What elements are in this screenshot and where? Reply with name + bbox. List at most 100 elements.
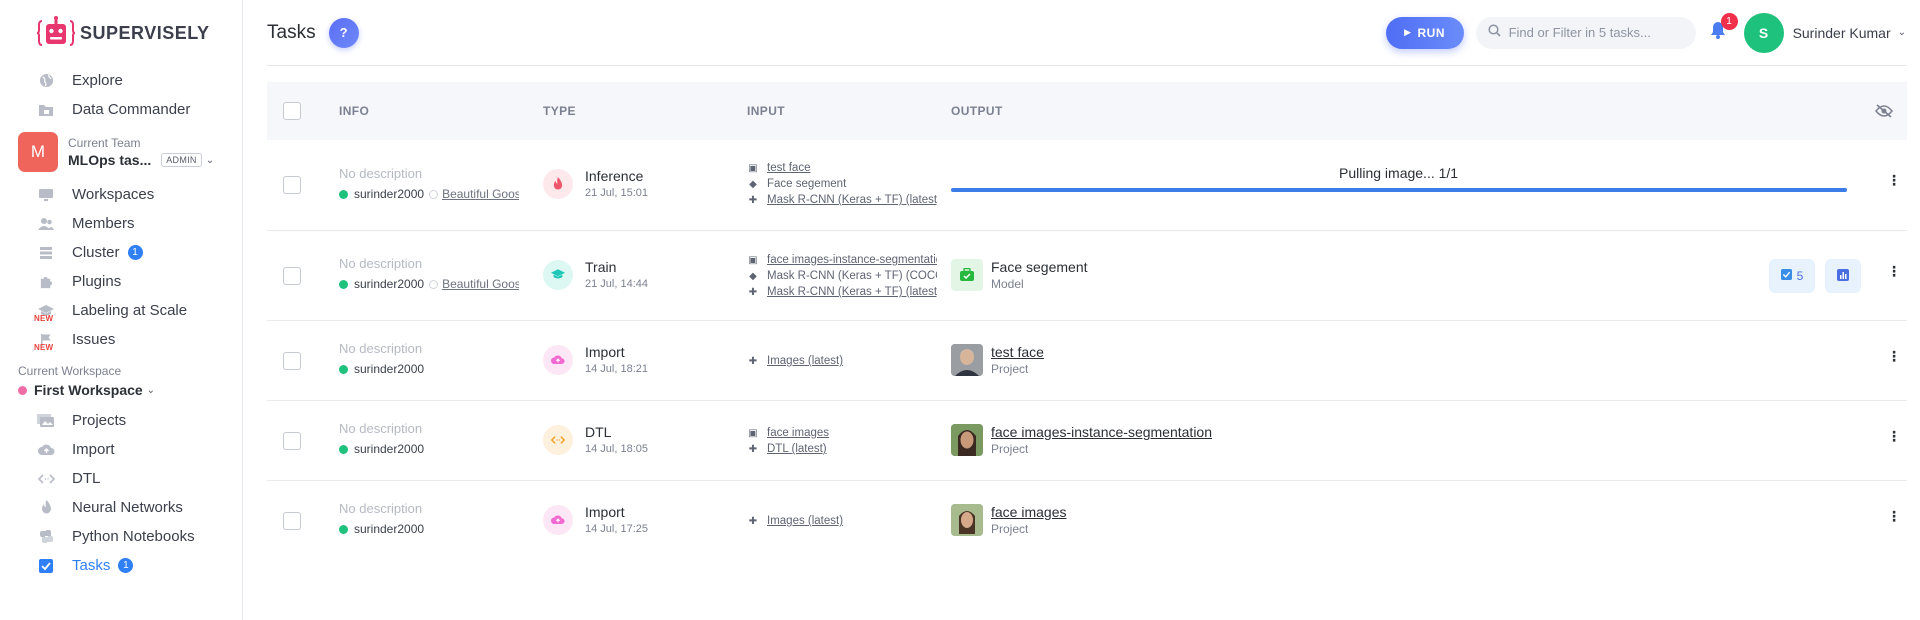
session-link[interactable]: Beautiful Goose bbox=[429, 277, 519, 291]
table-row[interactable]: No description surinder2000 Beautiful Go… bbox=[267, 231, 1907, 321]
output-type: Project bbox=[991, 522, 1029, 536]
status-dot bbox=[339, 524, 348, 534]
workspace-selector[interactable]: First Workspace ⌄ bbox=[0, 382, 242, 398]
workspace-label: Current Workspace bbox=[18, 364, 122, 378]
monitor-icon bbox=[37, 186, 55, 204]
sidebar-item-import[interactable]: Import bbox=[0, 435, 242, 464]
type-cell: Train 21 Jul, 14:44 bbox=[543, 259, 648, 290]
task-description[interactable]: No description bbox=[339, 166, 519, 181]
more-menu-button[interactable]: ⋮ bbox=[1887, 509, 1901, 523]
input-link[interactable]: Images (latest) bbox=[767, 515, 843, 527]
team-selector[interactable]: M Current Team MLOps tas... ADMIN ⌄ bbox=[0, 130, 242, 174]
info-cell: No description surinder2000 bbox=[339, 421, 424, 456]
team-name: MLOps tas... bbox=[68, 152, 152, 168]
code-icon bbox=[37, 470, 55, 488]
output-name[interactable]: face images bbox=[991, 504, 1066, 520]
select-all-checkbox[interactable] bbox=[283, 102, 301, 120]
column-header-input[interactable]: INPUT bbox=[747, 104, 785, 118]
sidebar-item-tasks[interactable]: Tasks 1 bbox=[0, 551, 242, 580]
output-name[interactable]: Face segement bbox=[991, 259, 1088, 275]
input-link[interactable]: Images (latest) bbox=[767, 355, 843, 367]
help-button[interactable]: ? bbox=[328, 17, 359, 48]
task-type: Inference bbox=[585, 168, 644, 184]
workspace-dot bbox=[18, 385, 27, 395]
table-row[interactable]: No description surinder2000 DTL 14 Jul, … bbox=[267, 401, 1907, 481]
column-header-type[interactable]: TYPE bbox=[543, 104, 576, 118]
sidebar-item-projects[interactable]: Projects bbox=[0, 406, 242, 435]
chevron-down-icon: ⌄ bbox=[146, 384, 156, 396]
input-link[interactable]: Mask R-CNN (Keras + TF) (latest) bbox=[767, 194, 937, 206]
sidebar-item-explore[interactable]: Explore bbox=[0, 66, 242, 95]
charts-button[interactable] bbox=[1825, 259, 1861, 293]
search-box[interactable] bbox=[1475, 16, 1696, 49]
sidebar-item-workspaces[interactable]: Workspaces bbox=[0, 180, 242, 209]
output-name[interactable]: test face bbox=[991, 344, 1044, 360]
sidebar-item-members[interactable]: Members bbox=[0, 209, 242, 238]
project-thumbnail bbox=[951, 504, 983, 536]
table-row[interactable]: No description surinder2000 Import 14 Ju… bbox=[267, 321, 1907, 401]
run-button[interactable]: ▶ RUN bbox=[1385, 16, 1464, 49]
sidebar-item-python-notebooks[interactable]: Python Notebooks bbox=[0, 522, 242, 551]
checkpoints-button[interactable]: 5 bbox=[1769, 259, 1815, 293]
session-link[interactable]: Beautiful Goose bbox=[429, 187, 519, 201]
row-checkbox[interactable] bbox=[283, 432, 301, 450]
task-type: Import bbox=[585, 344, 625, 360]
sidebar-item-data-commander[interactable]: Data Commander bbox=[0, 95, 242, 124]
status-dot bbox=[339, 189, 348, 199]
row-checkbox[interactable] bbox=[283, 176, 301, 194]
input-link[interactable]: face images bbox=[767, 427, 829, 439]
table-row[interactable]: No description surinder2000 Import 14 Ju… bbox=[267, 481, 1907, 561]
session-name: Beautiful Goose bbox=[442, 187, 520, 201]
task-date: 21 Jul, 14:44 bbox=[585, 278, 648, 290]
input-link[interactable]: face images-instance-segmentation bbox=[767, 254, 937, 266]
sidebar-item-cluster[interactable]: Cluster 1 bbox=[0, 238, 242, 267]
robot-logo-icon bbox=[36, 16, 76, 50]
sidebar-item-label: Python Notebooks bbox=[72, 528, 195, 545]
input-text: Mask R-CNN (Keras + TF) (COCO) bbox=[767, 270, 937, 282]
row-checkbox[interactable] bbox=[283, 512, 301, 530]
page-title: Tasks bbox=[267, 21, 316, 43]
sidebar-item-label: Plugins bbox=[72, 273, 122, 290]
column-header-info[interactable]: INFO bbox=[339, 104, 369, 118]
user-name[interactable]: Surinder Kumar bbox=[1793, 25, 1891, 41]
output-cell: face images Project bbox=[951, 504, 1066, 536]
input-link[interactable]: test face bbox=[767, 162, 810, 174]
sidebar-item-issues[interactable]: NEW Issues bbox=[0, 325, 242, 354]
more-menu-button[interactable]: ⋮ bbox=[1887, 173, 1901, 187]
user-avatar[interactable]: S bbox=[1743, 12, 1784, 53]
task-description[interactable]: No description bbox=[339, 256, 519, 271]
column-header-output[interactable]: OUTPUT bbox=[951, 104, 1003, 118]
sidebar-item-label: Data Commander bbox=[72, 101, 191, 118]
type-cell: Inference 21 Jul, 15:01 bbox=[543, 168, 648, 199]
python-icon bbox=[37, 528, 55, 546]
more-menu-button[interactable]: ⋮ bbox=[1887, 429, 1901, 443]
row-checkbox[interactable] bbox=[283, 267, 301, 285]
eye-off-icon[interactable] bbox=[1875, 104, 1893, 123]
output-type: Model bbox=[991, 277, 1024, 291]
flame-icon bbox=[37, 499, 55, 517]
sidebar-item-label: Projects bbox=[72, 412, 127, 429]
table-row[interactable]: No description surinder2000 Beautiful Go… bbox=[267, 140, 1907, 231]
sidebar-item-label: Issues bbox=[72, 331, 116, 348]
chevron-down-icon[interactable]: ⌄ bbox=[1898, 27, 1906, 38]
input-link[interactable]: DTL (latest) bbox=[767, 443, 827, 455]
input-link[interactable]: Mask R-CNN (Keras + TF) (latest) bbox=[767, 286, 937, 298]
sidebar-item-plugins[interactable]: Plugins bbox=[0, 267, 242, 296]
sidebar-item-dtl[interactable]: DTL bbox=[0, 464, 242, 493]
progress-bar bbox=[951, 188, 1847, 192]
task-description[interactable]: No description bbox=[339, 421, 424, 436]
task-description[interactable]: No description bbox=[339, 501, 424, 516]
sidebar-item-labeling-at-scale[interactable]: NEW Labeling at Scale bbox=[0, 296, 242, 325]
search-input[interactable] bbox=[1508, 25, 1689, 40]
sidebar-item-neural-networks[interactable]: Neural Networks bbox=[0, 493, 242, 522]
output-name[interactable]: face images-instance-segmentation bbox=[991, 424, 1212, 440]
more-menu-button[interactable]: ⋮ bbox=[1887, 264, 1901, 278]
input-cell: ▣ test face ◆ Face segement ✚ Mask R-CNN (K… bbox=[747, 160, 937, 208]
notifications-button[interactable]: 1 bbox=[1706, 12, 1738, 45]
task-user: surinder2000 bbox=[354, 362, 425, 376]
row-checkbox[interactable] bbox=[283, 352, 301, 370]
sidebar-item-label: Labeling at Scale bbox=[72, 302, 188, 319]
more-menu-button[interactable]: ⋮ bbox=[1887, 349, 1901, 363]
task-description[interactable]: No description bbox=[339, 341, 424, 356]
logo[interactable]: SUPERVISELY bbox=[0, 14, 242, 52]
